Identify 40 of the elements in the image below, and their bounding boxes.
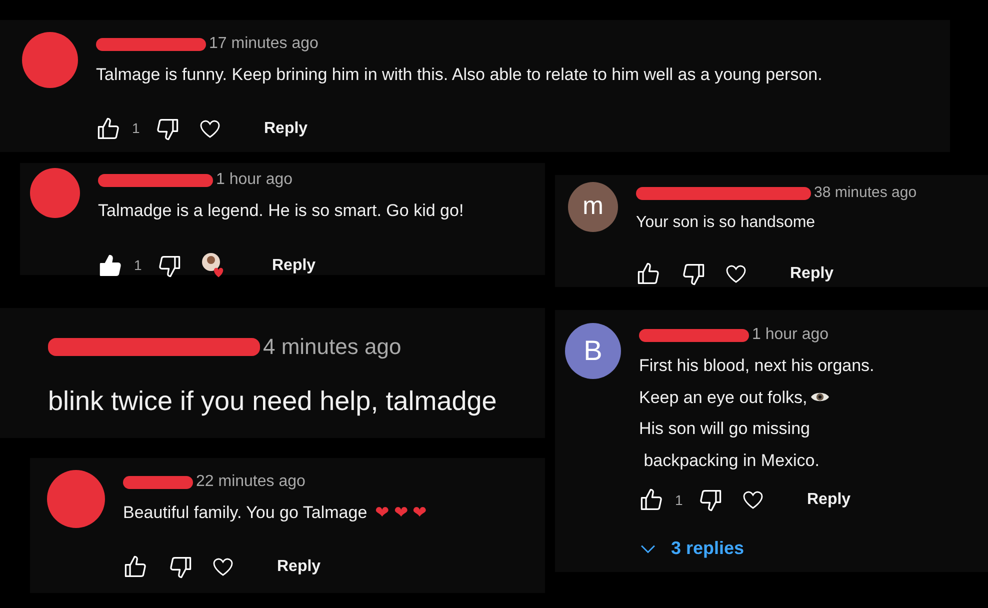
redacted-avatar — [30, 168, 80, 218]
heart-emoji: ❤ ❤ ❤ — [375, 503, 427, 522]
thumbs-up-icon[interactable] — [636, 260, 662, 286]
comment-text: blink twice if you need help, talmadge — [48, 385, 497, 418]
heart-icon[interactable] — [724, 262, 748, 284]
thumbs-up-icon[interactable] — [123, 554, 149, 580]
reply-button[interactable]: Reply — [264, 116, 308, 140]
reply-button[interactable]: Reply — [272, 254, 316, 278]
timestamp: 1 hour ago — [216, 170, 293, 190]
like-count: 1 — [132, 119, 141, 138]
reply-button[interactable]: Reply — [790, 262, 834, 286]
avatar: B — [565, 323, 621, 379]
comment-line: Keep an eye out folks, — [639, 386, 808, 408]
thumbs-up-icon[interactable] — [639, 487, 665, 513]
thumbs-down-icon[interactable] — [697, 487, 723, 513]
timestamp: 17 minutes ago — [209, 34, 318, 54]
like-count: 1 — [675, 490, 684, 510]
redaction-mark — [123, 476, 193, 488]
heart-icon[interactable] — [741, 489, 765, 511]
like-count: 1 — [134, 256, 143, 275]
heart-icon[interactable] — [198, 118, 222, 140]
comment-line: backpacking in Mexico. — [642, 450, 820, 472]
comment-text: Talmage is funny. Keep brining him in with this. Also able to relate to him well as a young person. — [96, 64, 822, 86]
comment-text: Talmadge is a legend. He is so smart. Go kid go! — [98, 200, 464, 222]
timestamp: 1 hour ago — [752, 325, 829, 345]
thumbs-up-icon[interactable] — [96, 116, 122, 142]
thumbs-up-icon[interactable] — [98, 252, 124, 278]
timestamp: 4 minutes ago — [263, 333, 402, 361]
comment-line: First his blood, next his organs. — [639, 355, 874, 377]
reply-button[interactable]: Reply — [277, 554, 321, 578]
timestamp: 38 minutes ago — [814, 183, 917, 203]
replies-button[interactable]: 3 replies — [639, 535, 874, 562]
chevron-down-icon — [639, 542, 657, 554]
avatar: m — [568, 182, 618, 232]
timestamp: 22 minutes ago — [196, 472, 306, 492]
heart-icon[interactable] — [211, 556, 235, 578]
comment-line: His son will go missing — [639, 418, 811, 440]
reply-button[interactable]: Reply — [807, 488, 851, 512]
comment-text: Your son is so handsome — [636, 212, 816, 232]
comment-text: Beautiful family. You go Talmage — [123, 503, 368, 522]
